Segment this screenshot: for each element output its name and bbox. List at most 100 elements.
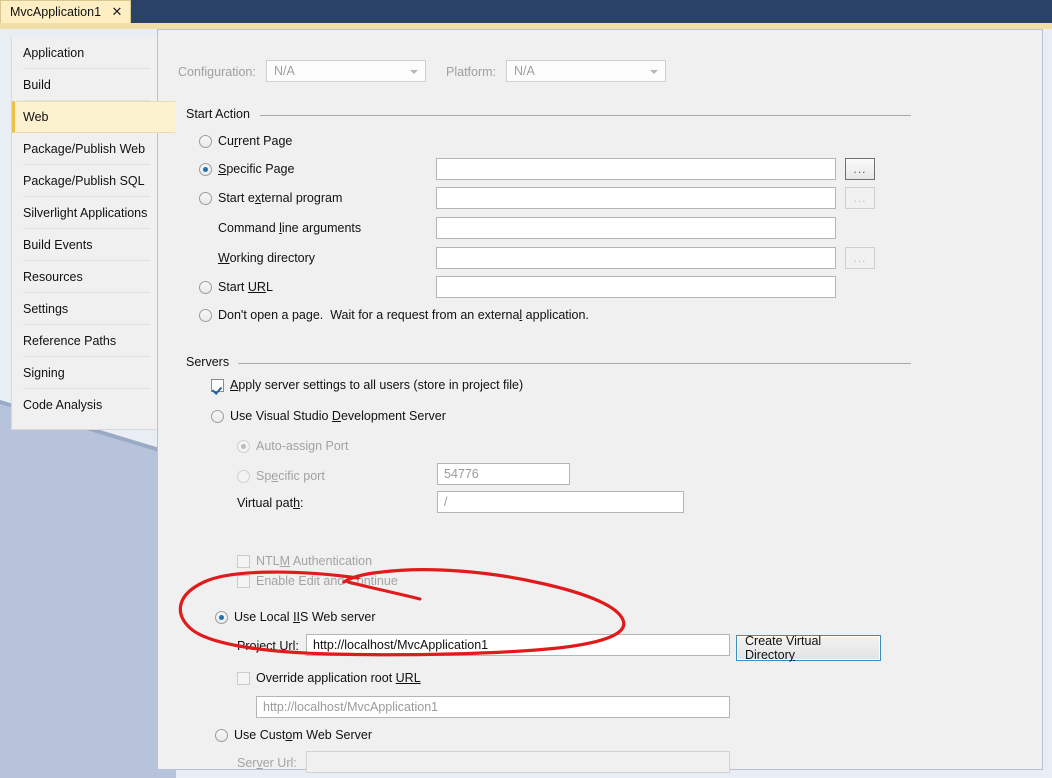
radio-start-url-indicator[interactable] — [199, 281, 212, 294]
working-directory-input[interactable] — [436, 247, 836, 269]
sidebar-item-label: Signing — [23, 366, 65, 380]
sidebar-item-package-publish-sql[interactable]: Package/Publish SQL — [12, 165, 162, 197]
radio-dont-open-page-indicator[interactable] — [199, 309, 212, 322]
server-url-input[interactable] — [306, 751, 730, 773]
project-url-value: http://localhost/MvcApplication1 — [313, 638, 489, 652]
sidebar-item-resources[interactable]: Resources — [12, 261, 162, 293]
platform-label: Platform: — [446, 65, 497, 79]
ellipsis-icon: ... — [853, 191, 867, 205]
virtual-path-value: / — [444, 495, 448, 509]
chevron-down-icon — [650, 70, 658, 74]
sidebar-item-label: Package/Publish SQL — [23, 174, 145, 188]
configuration-value: N/A — [274, 64, 295, 78]
ellipsis-icon: ... — [853, 251, 867, 265]
checkbox-apply-server-settings-indicator[interactable] — [211, 379, 224, 392]
checkbox-override-application-root-url-indicator[interactable] — [237, 672, 250, 685]
external-program-input[interactable] — [436, 187, 836, 209]
radio-use-custom-web-server-indicator[interactable] — [215, 729, 228, 742]
create-virtual-directory-label: Create Virtual Directory — [745, 634, 822, 662]
radio-specific-port-label: Specific port — [256, 469, 325, 483]
radio-use-local-iis-label: Use Local IIS Web server — [234, 610, 376, 624]
checkbox-apply-server-settings-label: Apply server settings to all users (stor… — [230, 378, 524, 392]
servers-title: Servers — [186, 355, 238, 369]
checkbox-override-application-root-url-label: Override application root URL — [256, 671, 421, 685]
sidebar-item-label: Build Events — [23, 238, 93, 252]
sidebar-item-build-events[interactable]: Build Events — [12, 229, 162, 261]
specific-page-input[interactable] — [436, 158, 836, 180]
properties-window: MvcApplication1 ✕ Application Build Web Pac… — [0, 0, 1052, 778]
server-url-label: Server Url: — [237, 756, 297, 770]
document-tab-mvcapplication1[interactable]: MvcApplication1 ✕ — [0, 0, 131, 23]
radio-vs-development-server-label: Use Visual Studio Development Server — [230, 409, 446, 423]
sidebar-item-label: Reference Paths — [23, 334, 117, 348]
configuration-bar: Configuration: N/A Platform: N/A — [178, 60, 1028, 86]
start-action-title: Start Action — [186, 107, 258, 121]
properties-page: Application Build Web Package/Publish Web Pa… — [0, 29, 1052, 778]
start-url-input[interactable] — [436, 276, 836, 298]
radio-auto-assign-port-indicator[interactable] — [237, 440, 250, 453]
radio-use-custom-web-server-label: Use Custom Web Server — [234, 728, 373, 742]
override-root-url-input[interactable]: http://localhost/MvcApplication1 — [256, 696, 730, 718]
configuration-dropdown[interactable]: N/A — [266, 60, 426, 82]
checkbox-ntlm-authentication-label: NTLM Authentication — [256, 554, 373, 568]
checkbox-enable-edit-and-continue-indicator[interactable] — [237, 575, 250, 588]
sidebar-item-application[interactable]: Application — [12, 37, 162, 69]
radio-start-url-label: Start URL — [218, 280, 273, 294]
platform-dropdown[interactable]: N/A — [506, 60, 666, 82]
radio-use-local-iis-indicator[interactable] — [215, 611, 228, 624]
chevron-down-icon — [410, 70, 418, 74]
sidebar-item-code-analysis[interactable]: Code Analysis — [12, 389, 162, 421]
specific-port-value: 54776 — [444, 467, 479, 481]
sidebar-item-build[interactable]: Build — [12, 69, 162, 101]
ellipsis-icon: ... — [853, 162, 867, 176]
virtual-path-input[interactable]: / — [437, 491, 684, 513]
sidebar-item-label: Code Analysis — [23, 398, 103, 412]
checkbox-enable-edit-and-continue-label: Enable Edit and Continue — [256, 574, 398, 588]
servers-rule — [238, 363, 911, 364]
radio-specific-page-label: Specific Page — [218, 162, 295, 176]
sidebar-item-package-publish-web[interactable]: Package/Publish Web — [12, 133, 162, 165]
start-action-rule — [260, 115, 911, 116]
sidebar-item-label: Application — [23, 46, 85, 60]
sidebar-item-label: Web — [23, 110, 49, 124]
create-virtual-directory-button[interactable]: Create Virtual Directory — [736, 634, 881, 662]
virtual-path-label: Virtual path: — [237, 496, 304, 510]
category-sidebar: Application Build Web Package/Publish Web Pa… — [11, 37, 175, 430]
project-url-label: Project Url: — [237, 639, 299, 653]
override-root-url-value: http://localhost/MvcApplication1 — [263, 700, 439, 714]
sidebar-item-settings[interactable]: Settings — [12, 293, 162, 325]
project-url-input[interactable]: http://localhost/MvcApplication1 — [306, 634, 730, 656]
command-line-arguments-label: Command line arguments — [218, 221, 362, 235]
sidebar-item-label: Package/Publish Web — [23, 142, 146, 156]
command-line-arguments-input[interactable] — [436, 217, 836, 239]
sidebar-item-label: Resources — [23, 270, 83, 284]
document-tab-strip — [0, 0, 1052, 23]
sidebar-item-label: Silverlight Applications — [23, 206, 148, 220]
radio-vs-development-server-indicator[interactable] — [211, 410, 224, 423]
radio-start-external-program-indicator[interactable] — [199, 192, 212, 205]
radio-auto-assign-port-label: Auto-assign Port — [256, 439, 349, 453]
radio-dont-open-page-label: Don't open a page. Wait for a request fr… — [218, 308, 589, 322]
checkbox-ntlm-authentication-indicator[interactable] — [237, 555, 250, 568]
sidebar-item-reference-paths[interactable]: Reference Paths — [12, 325, 162, 357]
sidebar-item-label: Settings — [23, 302, 69, 316]
radio-specific-page-indicator[interactable] — [199, 163, 212, 176]
radio-current-page-label: Current Page — [218, 134, 293, 148]
specific-page-browse-button[interactable]: ... — [845, 158, 875, 180]
web-settings-panel: Configuration: N/A Platform: N/A Start A… — [157, 29, 1043, 773]
radio-current-page-indicator[interactable] — [199, 135, 212, 148]
close-icon[interactable]: ✕ — [110, 5, 124, 19]
specific-port-input[interactable]: 54776 — [437, 463, 570, 485]
document-tab-label: MvcApplication1 — [10, 5, 102, 19]
radio-specific-port-indicator[interactable] — [237, 470, 250, 483]
platform-value: N/A — [514, 64, 535, 78]
external-program-browse-button[interactable]: ... — [845, 187, 875, 209]
sidebar-item-silverlight-applications[interactable]: Silverlight Applications — [12, 197, 162, 229]
radio-start-external-program-label: Start external program — [218, 191, 343, 205]
working-directory-label: Working directory — [218, 251, 316, 265]
sidebar-item-web[interactable]: Web — [12, 101, 175, 133]
sidebar-item-label: Build — [23, 78, 51, 92]
sidebar-item-signing[interactable]: Signing — [12, 357, 162, 389]
working-directory-browse-button[interactable]: ... — [845, 247, 875, 269]
configuration-label: Configuration: — [178, 65, 256, 79]
